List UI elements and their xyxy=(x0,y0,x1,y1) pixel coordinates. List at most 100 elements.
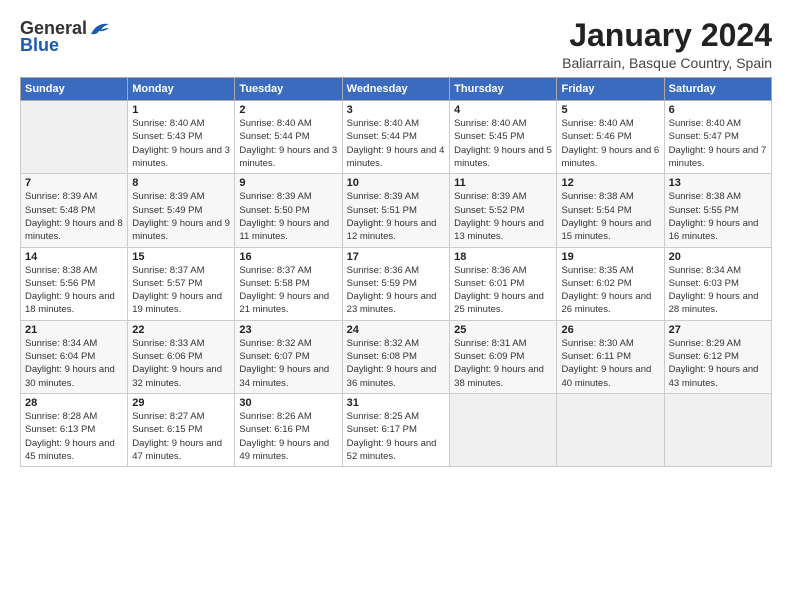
calendar-cell: 14Sunrise: 8:38 AMSunset: 5:56 PMDayligh… xyxy=(21,247,128,320)
day-number: 26 xyxy=(561,324,659,336)
calendar-week-5: 28Sunrise: 8:28 AMSunset: 6:13 PMDayligh… xyxy=(21,393,772,466)
day-number: 18 xyxy=(454,251,552,263)
day-info: Sunrise: 8:40 AMSunset: 5:43 PMDaylight:… xyxy=(132,117,230,170)
day-info: Sunrise: 8:40 AMSunset: 5:44 PMDaylight:… xyxy=(347,117,445,170)
calendar-header-row: SundayMondayTuesdayWednesdayThursdayFrid… xyxy=(21,78,772,101)
logo-blue-text: Blue xyxy=(20,35,59,56)
day-info: Sunrise: 8:38 AMSunset: 5:54 PMDaylight:… xyxy=(561,190,659,243)
day-number: 22 xyxy=(132,324,230,336)
day-number: 20 xyxy=(669,251,767,263)
calendar-cell: 27Sunrise: 8:29 AMSunset: 6:12 PMDayligh… xyxy=(664,320,771,393)
calendar-cell: 1Sunrise: 8:40 AMSunset: 5:43 PMDaylight… xyxy=(128,101,235,174)
day-number: 19 xyxy=(561,251,659,263)
calendar-cell: 18Sunrise: 8:36 AMSunset: 6:01 PMDayligh… xyxy=(450,247,557,320)
calendar-cell: 25Sunrise: 8:31 AMSunset: 6:09 PMDayligh… xyxy=(450,320,557,393)
day-info: Sunrise: 8:40 AMSunset: 5:45 PMDaylight:… xyxy=(454,117,552,170)
day-info: Sunrise: 8:38 AMSunset: 5:56 PMDaylight:… xyxy=(25,264,123,317)
logo: General Blue xyxy=(20,18,111,56)
day-info: Sunrise: 8:30 AMSunset: 6:11 PMDaylight:… xyxy=(561,337,659,390)
day-info: Sunrise: 8:25 AMSunset: 6:17 PMDaylight:… xyxy=(347,410,445,463)
day-number: 28 xyxy=(25,397,123,409)
calendar-header-tuesday: Tuesday xyxy=(235,78,342,101)
day-number: 3 xyxy=(347,104,445,116)
calendar-cell: 2Sunrise: 8:40 AMSunset: 5:44 PMDaylight… xyxy=(235,101,342,174)
day-info: Sunrise: 8:36 AMSunset: 6:01 PMDaylight:… xyxy=(454,264,552,317)
day-number: 1 xyxy=(132,104,230,116)
calendar-header-thursday: Thursday xyxy=(450,78,557,101)
calendar-header-wednesday: Wednesday xyxy=(342,78,449,101)
calendar-cell xyxy=(450,393,557,466)
day-info: Sunrise: 8:40 AMSunset: 5:47 PMDaylight:… xyxy=(669,117,767,170)
calendar-cell: 19Sunrise: 8:35 AMSunset: 6:02 PMDayligh… xyxy=(557,247,664,320)
day-info: Sunrise: 8:39 AMSunset: 5:51 PMDaylight:… xyxy=(347,190,445,243)
day-number: 24 xyxy=(347,324,445,336)
day-number: 15 xyxy=(132,251,230,263)
day-number: 12 xyxy=(561,177,659,189)
calendar-cell: 9Sunrise: 8:39 AMSunset: 5:50 PMDaylight… xyxy=(235,174,342,247)
calendar-cell: 26Sunrise: 8:30 AMSunset: 6:11 PMDayligh… xyxy=(557,320,664,393)
day-info: Sunrise: 8:39 AMSunset: 5:48 PMDaylight:… xyxy=(25,190,123,243)
calendar-week-4: 21Sunrise: 8:34 AMSunset: 6:04 PMDayligh… xyxy=(21,320,772,393)
page: General Blue January 2024 Baliarrain, Ba… xyxy=(0,0,792,612)
day-info: Sunrise: 8:26 AMSunset: 6:16 PMDaylight:… xyxy=(239,410,337,463)
calendar-cell: 17Sunrise: 8:36 AMSunset: 5:59 PMDayligh… xyxy=(342,247,449,320)
day-info: Sunrise: 8:37 AMSunset: 5:57 PMDaylight:… xyxy=(132,264,230,317)
calendar-week-1: 1Sunrise: 8:40 AMSunset: 5:43 PMDaylight… xyxy=(21,101,772,174)
day-number: 17 xyxy=(347,251,445,263)
calendar-cell: 12Sunrise: 8:38 AMSunset: 5:54 PMDayligh… xyxy=(557,174,664,247)
day-number: 8 xyxy=(132,177,230,189)
calendar-header-monday: Monday xyxy=(128,78,235,101)
day-number: 16 xyxy=(239,251,337,263)
day-info: Sunrise: 8:39 AMSunset: 5:49 PMDaylight:… xyxy=(132,190,230,243)
calendar-cell: 8Sunrise: 8:39 AMSunset: 5:49 PMDaylight… xyxy=(128,174,235,247)
day-info: Sunrise: 8:32 AMSunset: 6:07 PMDaylight:… xyxy=(239,337,337,390)
title-area: January 2024 Baliarrain, Basque Country,… xyxy=(562,18,772,71)
day-info: Sunrise: 8:40 AMSunset: 5:46 PMDaylight:… xyxy=(561,117,659,170)
calendar-header-friday: Friday xyxy=(557,78,664,101)
calendar-cell: 22Sunrise: 8:33 AMSunset: 6:06 PMDayligh… xyxy=(128,320,235,393)
calendar-cell: 31Sunrise: 8:25 AMSunset: 6:17 PMDayligh… xyxy=(342,393,449,466)
day-number: 23 xyxy=(239,324,337,336)
day-info: Sunrise: 8:27 AMSunset: 6:15 PMDaylight:… xyxy=(132,410,230,463)
day-info: Sunrise: 8:31 AMSunset: 6:09 PMDaylight:… xyxy=(454,337,552,390)
calendar-week-2: 7Sunrise: 8:39 AMSunset: 5:48 PMDaylight… xyxy=(21,174,772,247)
day-info: Sunrise: 8:34 AMSunset: 6:04 PMDaylight:… xyxy=(25,337,123,390)
day-info: Sunrise: 8:35 AMSunset: 6:02 PMDaylight:… xyxy=(561,264,659,317)
day-number: 27 xyxy=(669,324,767,336)
calendar-cell: 6Sunrise: 8:40 AMSunset: 5:47 PMDaylight… xyxy=(664,101,771,174)
calendar-cell: 5Sunrise: 8:40 AMSunset: 5:46 PMDaylight… xyxy=(557,101,664,174)
logo-bird-icon xyxy=(89,20,111,38)
day-info: Sunrise: 8:39 AMSunset: 5:52 PMDaylight:… xyxy=(454,190,552,243)
calendar-cell: 30Sunrise: 8:26 AMSunset: 6:16 PMDayligh… xyxy=(235,393,342,466)
calendar-header-saturday: Saturday xyxy=(664,78,771,101)
day-info: Sunrise: 8:32 AMSunset: 6:08 PMDaylight:… xyxy=(347,337,445,390)
day-number: 10 xyxy=(347,177,445,189)
calendar-cell: 28Sunrise: 8:28 AMSunset: 6:13 PMDayligh… xyxy=(21,393,128,466)
calendar-cell: 29Sunrise: 8:27 AMSunset: 6:15 PMDayligh… xyxy=(128,393,235,466)
calendar-cell: 7Sunrise: 8:39 AMSunset: 5:48 PMDaylight… xyxy=(21,174,128,247)
calendar-cell: 16Sunrise: 8:37 AMSunset: 5:58 PMDayligh… xyxy=(235,247,342,320)
calendar-cell: 23Sunrise: 8:32 AMSunset: 6:07 PMDayligh… xyxy=(235,320,342,393)
calendar-cell: 4Sunrise: 8:40 AMSunset: 5:45 PMDaylight… xyxy=(450,101,557,174)
calendar-cell: 10Sunrise: 8:39 AMSunset: 5:51 PMDayligh… xyxy=(342,174,449,247)
day-info: Sunrise: 8:34 AMSunset: 6:03 PMDaylight:… xyxy=(669,264,767,317)
day-number: 9 xyxy=(239,177,337,189)
day-info: Sunrise: 8:36 AMSunset: 5:59 PMDaylight:… xyxy=(347,264,445,317)
calendar-week-3: 14Sunrise: 8:38 AMSunset: 5:56 PMDayligh… xyxy=(21,247,772,320)
day-info: Sunrise: 8:38 AMSunset: 5:55 PMDaylight:… xyxy=(669,190,767,243)
day-number: 6 xyxy=(669,104,767,116)
calendar-cell: 21Sunrise: 8:34 AMSunset: 6:04 PMDayligh… xyxy=(21,320,128,393)
day-number: 14 xyxy=(25,251,123,263)
calendar-cell: 11Sunrise: 8:39 AMSunset: 5:52 PMDayligh… xyxy=(450,174,557,247)
day-number: 7 xyxy=(25,177,123,189)
calendar-header-sunday: Sunday xyxy=(21,78,128,101)
day-info: Sunrise: 8:29 AMSunset: 6:12 PMDaylight:… xyxy=(669,337,767,390)
day-info: Sunrise: 8:37 AMSunset: 5:58 PMDaylight:… xyxy=(239,264,337,317)
day-number: 13 xyxy=(669,177,767,189)
calendar-cell: 20Sunrise: 8:34 AMSunset: 6:03 PMDayligh… xyxy=(664,247,771,320)
calendar-cell: 13Sunrise: 8:38 AMSunset: 5:55 PMDayligh… xyxy=(664,174,771,247)
day-number: 21 xyxy=(25,324,123,336)
day-info: Sunrise: 8:28 AMSunset: 6:13 PMDaylight:… xyxy=(25,410,123,463)
day-number: 11 xyxy=(454,177,552,189)
calendar-cell: 15Sunrise: 8:37 AMSunset: 5:57 PMDayligh… xyxy=(128,247,235,320)
